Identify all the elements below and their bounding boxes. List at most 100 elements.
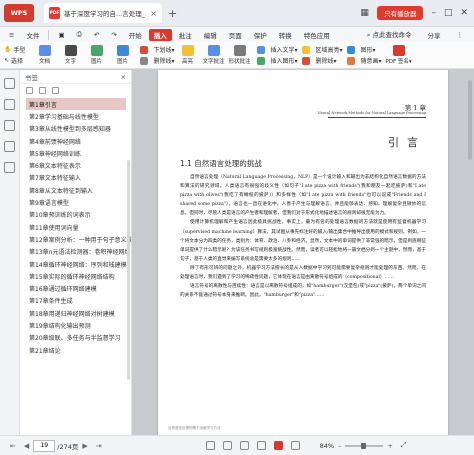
ribbon-label: 形状批注 <box>228 59 251 65</box>
bookmark-item[interactable]: 第11章使用词向量 <box>26 221 131 233</box>
menu-protect[interactable]: 保护 <box>249 29 272 41</box>
bookmark-item[interactable]: 第9章语言模型 <box>26 196 131 208</box>
bookmark-item[interactable]: 第15章实际的循环神经网络结构 <box>26 270 131 282</box>
insert-text-tool[interactable]: 插入文字▾ <box>256 45 298 54</box>
menu-hamburger-icon[interactable]: ≡ <box>4 30 19 40</box>
fit-width-icon[interactable] <box>290 441 300 450</box>
attachment-panel-icon[interactable] <box>4 162 15 173</box>
freehand-tool[interactable]: 随意画▾ <box>346 56 382 65</box>
sidebar-close-icon[interactable]: × <box>121 73 126 81</box>
bookmark-item[interactable]: 第3章从线性模型到多层感知器 <box>26 123 131 135</box>
expand-all-icon[interactable] <box>26 86 33 94</box>
zoom-slider[interactable] <box>345 442 384 449</box>
login-button[interactable]: 只有播放器 <box>376 6 424 20</box>
bookmark-item[interactable]: 第5章神经网络训练 <box>26 147 131 159</box>
quick-print-icon[interactable]: ⎙ <box>72 29 87 40</box>
maximize-icon[interactable]: □ <box>444 8 453 18</box>
bookmark-item[interactable]: 第18章用递归神经网络对树建模 <box>26 307 131 319</box>
close-tab-icon[interactable]: × <box>150 9 157 18</box>
ribbon-highlight-button[interactable]: 高亮 <box>175 45 201 65</box>
select-tool[interactable]: ↖ 选择 <box>4 56 26 65</box>
next-page-icon[interactable]: ▶ <box>82 442 87 450</box>
close-window-icon[interactable]: ✕ <box>460 8 468 18</box>
redo-icon[interactable]: ↷ <box>106 30 121 40</box>
wps-app-button[interactable]: WPS <box>4 4 34 22</box>
bookmark-item[interactable]: 第20章级联、多任务与半监督学习 <box>26 332 131 344</box>
menu-features[interactable]: 特色应用 <box>299 29 335 41</box>
menu-divider <box>48 29 50 40</box>
bookmark-item[interactable]: 第14章循环神经网络：序列和栈建模 <box>26 258 131 270</box>
menu-start[interactable]: 开始 <box>124 29 147 41</box>
delete-line-tool[interactable]: 删除线▾ <box>301 56 343 65</box>
single-page-icon[interactable] <box>222 441 232 450</box>
strikethrough-tool[interactable]: 删除线▾ <box>139 56 175 65</box>
bookmark-item[interactable]: 第21章结论 <box>26 344 131 356</box>
ribbon-image-button[interactable]: 图片 <box>84 45 110 65</box>
bookmark-item[interactable]: 第12章案例分析：一种用于句子意义推理... <box>26 233 131 245</box>
area-highlight-tool[interactable]: 区域高亮▾ <box>301 45 343 54</box>
sidebar-title: 书签 <box>25 73 38 82</box>
play-icon[interactable] <box>273 441 283 450</box>
undo-icon[interactable]: ↶ <box>89 30 104 40</box>
continuous-icon[interactable] <box>256 441 266 450</box>
insert-shape-tool[interactable]: 插入图形▾ <box>256 56 298 65</box>
fullscreen-icon[interactable]: ⤢ <box>401 441 407 450</box>
menu-file[interactable]: 文件 <box>21 29 44 41</box>
bookmark-item[interactable]: 第6章文本特征表示 <box>26 159 131 171</box>
bookmark-item[interactable]: 第2章学习基础与线性模型 <box>26 110 131 122</box>
menu-insert[interactable]: 插入 <box>148 28 172 41</box>
menu-comment[interactable]: 批注 <box>174 29 197 41</box>
ribbon-label: 删除线▾ <box>153 58 175 65</box>
document-scrollbar[interactable] <box>468 80 472 160</box>
zoom-slider-thumb[interactable] <box>360 442 366 449</box>
bookmark-item[interactable]: 第17章条件生成 <box>26 295 131 307</box>
hand-tool[interactable]: ✋ 手型 <box>4 45 26 54</box>
pdf-signature-button[interactable]: PDF 签名▾ <box>382 45 416 65</box>
menu-convert[interactable]: 转换 <box>274 29 297 41</box>
shape-tool[interactable]: 图形▾ <box>346 45 382 54</box>
bookmark-item[interactable]: 第1章引言 <box>26 98 126 111</box>
bookmark-item[interactable]: 第4章前馈神经网络 <box>26 135 131 147</box>
grid-icon[interactable]: ▦ <box>360 8 369 18</box>
bookmark-item[interactable]: 第16章通过循环网络建模 <box>26 282 131 294</box>
ribbon-text-button[interactable]: 文字 <box>58 45 84 65</box>
comment-panel-icon[interactable] <box>4 120 15 131</box>
underline-tool[interactable]: 下划线▾ <box>139 45 175 54</box>
search-panel-icon[interactable] <box>4 141 15 152</box>
bookmark-item[interactable]: 第10章预训练的词表示 <box>26 209 131 221</box>
document-tab[interactable]: PDF 基于深度学习的自...言处理_.pdf × <box>44 3 162 23</box>
new-tab-button[interactable]: + <box>168 7 177 20</box>
thumbnail-panel-icon[interactable] <box>4 99 15 110</box>
minimize-icon[interactable]: – <box>431 8 436 18</box>
menu-edit[interactable]: 编辑 <box>199 29 222 41</box>
bookmark-item[interactable]: 第13章n元语法检测器：卷积神经网络 <box>26 246 131 258</box>
share-button[interactable]: 分享 <box>423 29 446 41</box>
ribbon-shape-comment-button[interactable]: 形状批注 <box>227 45 253 65</box>
eye-icon[interactable] <box>205 441 215 450</box>
ribbon-document-button[interactable]: 文档 <box>32 45 58 65</box>
quick-save-icon[interactable]: ▣ <box>53 30 69 40</box>
zoom-out-icon[interactable]: – <box>338 442 341 450</box>
prev-page-icon[interactable]: ◀ <box>24 442 29 450</box>
bookmark-item[interactable]: 第8章从文本特征到输入 <box>26 184 131 196</box>
double-page-icon[interactable] <box>239 441 249 450</box>
bookmark-item[interactable]: 第7章文本特征输入 <box>26 172 131 184</box>
more-menu-icon[interactable]: ⋮ <box>452 30 469 40</box>
bookmark-panel-icon[interactable] <box>4 78 15 89</box>
first-page-icon[interactable]: ⇤ <box>10 442 16 450</box>
image-icon <box>90 45 103 56</box>
sidebar-header: 书签 × <box>20 70 131 84</box>
add-bookmark-icon[interactable] <box>52 86 59 94</box>
zoom-in-icon[interactable]: + <box>387 442 392 450</box>
page-number-input[interactable] <box>33 439 56 452</box>
ribbon-label: 随意画▾ <box>360 58 382 65</box>
bookmark-item[interactable]: 第19章结构化输出预测 <box>26 319 131 331</box>
ribbon-label: 图形▾ <box>360 47 376 54</box>
sidebar-scrollbar[interactable] <box>127 160 130 380</box>
last-page-icon[interactable]: ⇥ <box>96 442 102 450</box>
menu-page[interactable]: 页面 <box>224 29 247 41</box>
ribbon-picture-button[interactable]: 图片 <box>110 45 136 65</box>
search-command[interactable]: ⌕ 点此查找命令 <box>362 28 417 41</box>
ribbon-text-comment-button[interactable]: 文字批注 <box>201 45 227 65</box>
collapse-all-icon[interactable] <box>39 86 46 94</box>
